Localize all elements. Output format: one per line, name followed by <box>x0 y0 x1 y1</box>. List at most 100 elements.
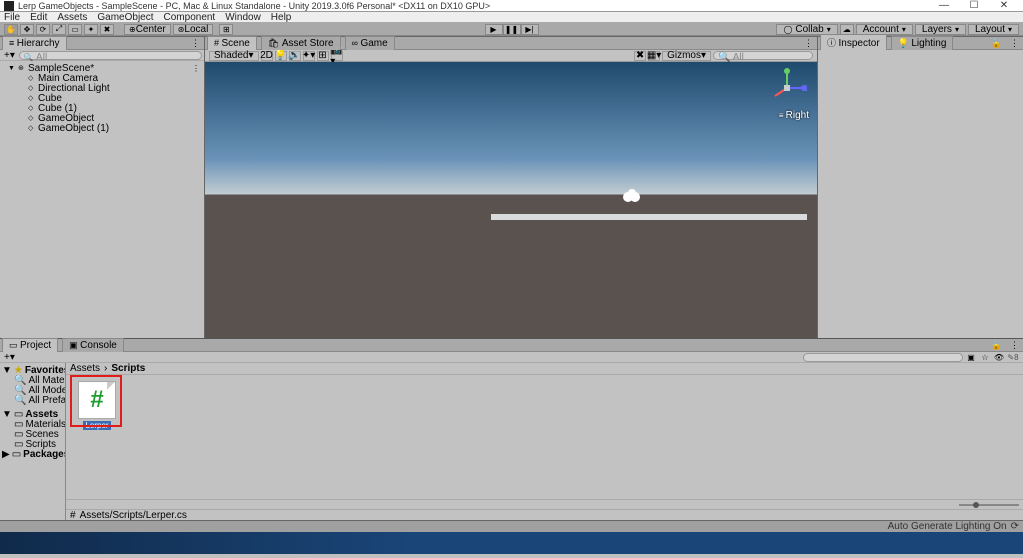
scene-root[interactable]: ▼⊛ SampleScene* ⋮ <box>0 63 204 73</box>
play-controls: ▶ ❚❚ ▶| <box>485 24 539 35</box>
scene-view[interactable]: z ≡ Right <box>205 62 817 338</box>
menu-component[interactable]: Component <box>164 12 216 23</box>
grid-size-slider-row <box>66 499 1023 509</box>
shading-mode[interactable]: Shaded ▾ <box>209 51 259 61</box>
favorite-item[interactable]: 🔍All Material <box>0 375 65 385</box>
toggle-fx-icon[interactable]: ✦▾ <box>303 51 315 61</box>
menu-help[interactable]: Help <box>271 12 292 23</box>
scene-toolbar: Shaded ▾ 2D 💡 🔊 ✦▾ ⊞ 📷▾ ✖ ▦▾ Gizmos ▾ 🔍 … <box>205 50 817 62</box>
hierarchy-item[interactable]: ◇Cube <box>0 93 204 103</box>
script-asset[interactable]: # Lerper <box>72 381 122 430</box>
grid-dropdown[interactable]: ▦▾ <box>648 51 660 61</box>
menu-assets[interactable]: Assets <box>57 12 87 23</box>
menu-edit[interactable]: Edit <box>30 12 47 23</box>
asset-grid[interactable]: # Lerper Rename the Scripts as Lerper in… <box>66 375 1023 499</box>
gizmos-dropdown[interactable]: Gizmos ▾ <box>662 51 711 61</box>
cloud-button[interactable]: ☁ <box>840 24 854 35</box>
hierarchy-item[interactable]: ◇Directional Light <box>0 83 204 93</box>
folder-item[interactable]: ▭Materials <box>0 419 65 429</box>
scene-tab[interactable]: # Scene <box>207 36 257 50</box>
minimize-button[interactable]: — <box>929 0 959 11</box>
game-tab[interactable]: ∞ Game <box>345 36 395 50</box>
scene-search[interactable]: 🔍 All <box>713 51 813 60</box>
hierarchy-item[interactable]: ◇GameObject (1) <box>0 123 204 133</box>
window-title: Lerp GameObjects - SampleScene - PC, Mac… <box>18 1 929 11</box>
folder-item[interactable]: ▭Scenes <box>0 429 65 439</box>
panel-menu-icon[interactable]: ⋮ <box>189 38 202 49</box>
os-taskbar <box>0 532 1023 554</box>
app-logo <box>4 1 14 11</box>
status-text: Auto Generate Lighting On <box>888 521 1007 532</box>
menu-gameobject[interactable]: GameObject <box>97 12 153 23</box>
panel-lock-icon[interactable]: 🔒 <box>989 38 1004 49</box>
toggle-skybox-icon[interactable]: ⊞ <box>317 51 329 61</box>
favorites-header[interactable]: ▼★Favorites <box>0 365 65 375</box>
panel-menu-icon[interactable]: ⋮ <box>1008 38 1021 49</box>
hierarchy-tab[interactable]: ≡ Hierarchy <box>2 36 67 50</box>
toggle-camera-icon[interactable]: 📷▾ <box>331 51 343 61</box>
create-dropdown[interactable]: +▾ <box>2 50 17 61</box>
inspector-panel: ⓘ Inspector 💡 Lighting 🔒 ⋮ <box>817 37 1023 338</box>
transform-tool[interactable]: ✦ <box>84 24 98 35</box>
step-button[interactable]: ▶| <box>521 24 539 35</box>
inspector-tab[interactable]: ⓘ Inspector <box>820 34 887 50</box>
toggle-lighting-icon[interactable]: 💡 <box>275 51 287 61</box>
save-search-icon[interactable]: ✎8 <box>1007 352 1019 362</box>
pivot-local[interactable]: ⊛ Local <box>173 24 214 35</box>
console-tab[interactable]: ▣ Console <box>62 338 124 352</box>
toggle-2d[interactable]: 2D <box>261 51 273 61</box>
assets-folder[interactable]: ▼▭Assets <box>0 409 65 419</box>
layout-dropdown[interactable]: Layout ▾ <box>968 24 1019 35</box>
snap-toggle[interactable]: ⊞ <box>219 24 233 35</box>
status-bar: Auto Generate Lighting On ⟳ <box>0 520 1023 532</box>
orientation-gizmo[interactable]: z <box>767 68 807 108</box>
hierarchy-search[interactable]: 🔍 All <box>19 51 202 60</box>
asset-store-tab[interactable]: 🛍 Asset Store <box>261 36 341 50</box>
pivot-center[interactable]: ⊕ Center <box>124 24 171 35</box>
collab-dropdown[interactable]: ◯ Collab ▾ <box>776 24 837 35</box>
grid-size-slider[interactable] <box>959 504 1019 506</box>
breadcrumb[interactable]: Assets›Scripts <box>66 363 1023 375</box>
favorite-item[interactable]: 🔍All Models <box>0 385 65 395</box>
close-button[interactable]: ✕ <box>989 0 1019 11</box>
pause-button[interactable]: ❚❚ <box>503 24 521 35</box>
hidden-packages-icon[interactable]: 👁 <box>993 352 1005 362</box>
move-tool[interactable]: ✥ <box>20 24 34 35</box>
folder-item[interactable]: ▭Scripts <box>0 439 65 449</box>
toggle-audio-icon[interactable]: 🔊 <box>289 51 301 61</box>
rotate-tool[interactable]: ⟳ <box>36 24 50 35</box>
project-search[interactable] <box>803 353 963 362</box>
custom-tool[interactable]: ✖ <box>100 24 114 35</box>
hierarchy-item[interactable]: ◇GameObject <box>0 113 204 123</box>
asset-path-bar: # Assets/Scripts/Lerper.cs <box>66 509 1023 520</box>
rect-tool[interactable]: ▭ <box>68 24 82 35</box>
hierarchy-tree[interactable]: ▼⊛ SampleScene* ⋮ ◇Main Camera ◇Directio… <box>0 61 204 338</box>
scale-tool[interactable]: ⤢ <box>52 24 66 35</box>
grid-toggle[interactable]: ✖ <box>634 51 646 61</box>
menu-file[interactable]: File <box>4 12 20 23</box>
lighting-tab[interactable]: 💡 Lighting <box>891 36 954 50</box>
favorite-item[interactable]: 🔍All Prefabs <box>0 395 65 405</box>
maximize-button[interactable]: ☐ <box>959 0 989 11</box>
hierarchy-item[interactable]: ◇Main Camera <box>0 73 204 83</box>
play-button[interactable]: ▶ <box>485 24 503 35</box>
project-tree[interactable]: ▼★Favorites 🔍All Material 🔍All Models 🔍A… <box>0 363 66 520</box>
panel-menu-icon[interactable]: ⋮ <box>802 38 815 49</box>
create-asset-dropdown[interactable]: +▾ <box>4 352 15 363</box>
scene-panel: # Scene 🛍 Asset Store ∞ Game ⋮ Shaded ▾ … <box>205 37 817 338</box>
status-icon: ⟳ <box>1011 521 1019 532</box>
search-by-label-icon[interactable]: ☆ <box>979 352 991 362</box>
packages-folder[interactable]: ▶▭Packages <box>0 449 65 459</box>
hierarchy-item[interactable]: ◇Cube (1) <box>0 103 204 113</box>
search-by-type-icon[interactable]: ▣ <box>965 352 977 362</box>
account-dropdown[interactable]: Account ▾ <box>856 24 913 35</box>
panel-lock-icon[interactable]: 🔒 <box>989 340 1004 351</box>
title-bar: Lerp GameObjects - SampleScene - PC, Mac… <box>0 0 1023 12</box>
layers-dropdown[interactable]: Layers ▾ <box>915 24 966 35</box>
project-tab[interactable]: ▭ Project <box>2 338 58 352</box>
panel-menu-icon[interactable]: ⋮ <box>1008 340 1021 351</box>
asset-label[interactable]: Lerper <box>83 421 110 430</box>
menu-window[interactable]: Window <box>225 12 261 23</box>
hand-tool[interactable]: ✋ <box>4 24 18 35</box>
csharp-file-icon: # <box>70 510 76 521</box>
